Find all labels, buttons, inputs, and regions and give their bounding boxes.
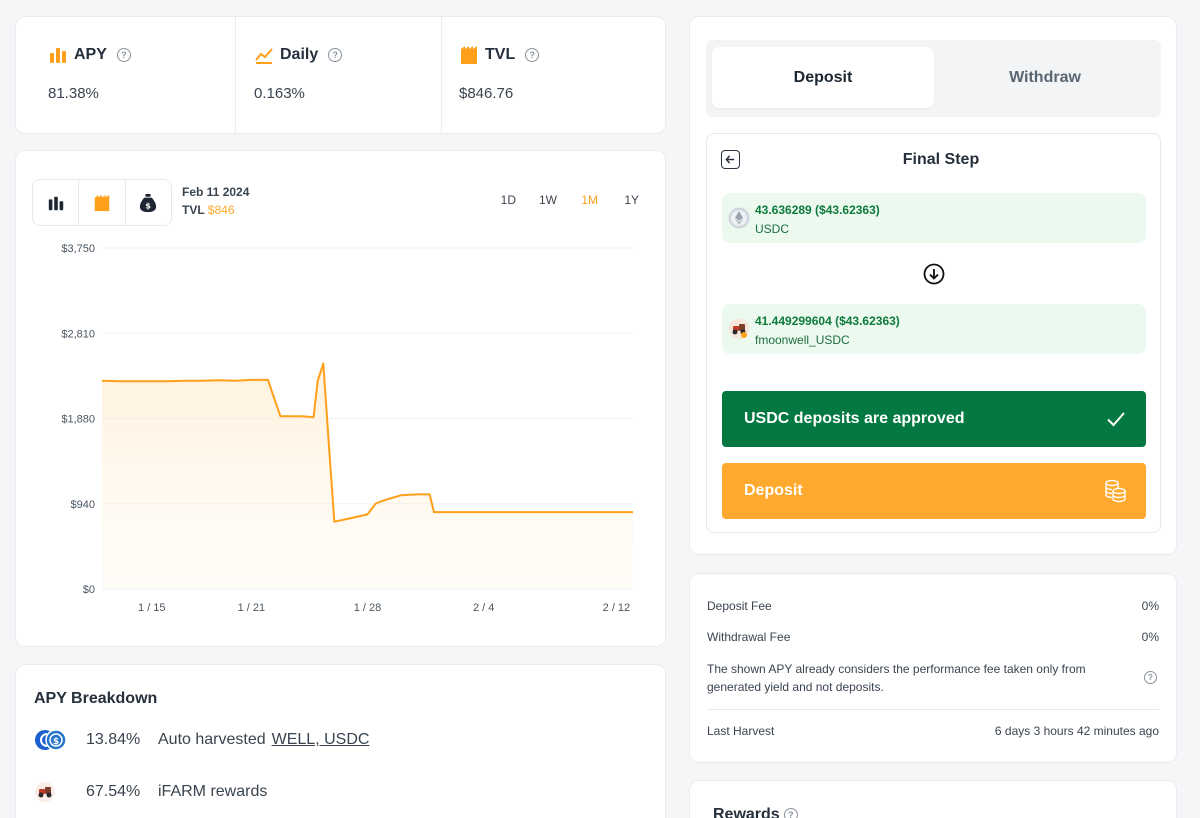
deposit-fee-row: Deposit Fee 0% [707,599,1159,613]
deposit-withdraw-tabs: Deposit Withdraw [706,40,1161,117]
fees-card: Deposit Fee 0% Withdrawal Fee 0% The sho… [689,573,1177,763]
usdc-token-icon [728,207,750,229]
deposit-panel: Deposit Withdraw Final Step 43.636289 ($… [689,16,1177,555]
tvl-icon [94,194,110,211]
deposit-fee-label: Deposit Fee [707,599,772,613]
chart-mode-tvl[interactable] [79,180,126,225]
x-tick-label: 2 / 4 [473,602,494,614]
apy-breakdown-card: APY Breakdown $ 13.84% Auto harvested WEL… [15,664,666,818]
stat-tvl: TVL ? $846.76 [442,17,665,133]
to-token-box: 41.449299604 ($43.62363) fmoonwell_USDC [722,304,1146,354]
to-amount: 41.449299604 ($43.62363) [755,314,900,328]
divider [707,709,1159,710]
breakdown-row-harvest: $ 13.84% Auto harvested WELL, USDC [34,727,369,753]
money-bag-icon: $ [140,193,157,212]
stat-apy-value: 81.38% [48,85,99,102]
stat-apy-label: APY [74,46,107,63]
rewards-title-row: Rewards ? [713,806,798,818]
chart-date: Feb 11 2024 [182,185,250,199]
arrow-down-circle-icon [923,263,945,285]
x-tick-label: 1 / 15 [138,602,166,614]
checkmark-icon [1107,412,1125,427]
range-1m[interactable]: 1M [557,193,598,207]
y-tick-label: $2,810 [61,328,95,340]
from-token-box: 43.636289 ($43.62363) USDC [722,193,1146,243]
x-tick-label: 1 / 21 [238,602,266,614]
tvl-area [102,363,633,589]
stat-daily-label: Daily [280,46,319,63]
range-1d[interactable]: 1D [475,193,516,207]
breakdown-desc-text: iFARM rewards [158,783,268,800]
approval-status: USDC deposits are approved [722,391,1146,447]
svg-text:$: $ [53,737,59,747]
final-step-box: Final Step 43.636289 ($43.62363) USDC 41… [706,133,1161,533]
range-1y[interactable]: 1Y [598,193,639,207]
bar-chart-icon [48,196,63,210]
rewards-card: Rewards ? [689,780,1177,818]
from-amount: 43.636289 ($43.62363) [755,203,880,217]
svg-text:$: $ [146,200,152,210]
stat-daily: Daily ? 0.163% [236,17,442,133]
x-tick-label: 2 / 12 [603,602,631,614]
withdrawal-fee-label: Withdrawal Fee [707,630,791,644]
chart-mode-apy[interactable] [33,180,80,225]
deposit-button[interactable]: Deposit [722,463,1146,519]
deposit-fee-value: 0% [1141,599,1159,613]
fmoonwell-usdc-token-icon [728,318,750,340]
withdrawal-fee-row: Withdrawal Fee 0% [707,630,1159,644]
tab-deposit[interactable]: Deposit [712,47,934,108]
chart-mode-selector: $ [32,179,172,226]
withdrawal-fee-value: 0% [1141,630,1159,644]
tvl-chart: $0 $940 $1,880 $2,810 $3,750 1 / 15 1 / 21 1 / … [61,243,633,614]
stat-tvl-value: $846.76 [459,85,514,102]
ifarm-token-icon [35,782,55,802]
chart-mode-balance[interactable]: $ [126,180,171,225]
help-icon[interactable]: ? [116,48,131,62]
trend-line-icon [255,48,273,64]
apy-breakdown-title: APY Breakdown [34,690,158,707]
help-icon[interactable]: ? [783,808,798,818]
breakdown-row-ifarm: 67.54% iFARM rewards [34,779,267,805]
range-selector: 1D 1W 1M 1Y [475,193,639,207]
y-tick-label: $1,880 [61,414,95,426]
performance-fee-note: The shown APY already considers the perf… [707,662,1086,694]
last-harvest-label: Last Harvest [707,724,775,738]
help-icon[interactable]: ? [1144,671,1157,684]
breakdown-desc: iFARM rewards [158,783,267,801]
approval-status-label: USDC deposits are approved [744,410,965,427]
help-icon[interactable]: ? [525,48,540,62]
y-tick-label: $940 [71,499,95,511]
y-tick-label: $3,750 [61,243,95,255]
chart-tvl-readout: TVL $846 [182,203,235,217]
breakdown-desc: Auto harvested WELL, USDC [158,731,369,749]
from-token-name: USDC [755,222,790,236]
last-harvest-value: 6 days 3 hours 42 minutes ago [994,724,1159,738]
breakdown-tokens-link[interactable]: WELL, USDC [272,731,370,748]
breakdown-pct: 67.54% [86,783,141,800]
deposit-button-label: Deposit [744,482,803,499]
stats-card: APY ? 81.38% Daily ? 0.163% TVL ? $846.7… [15,16,666,134]
rewards-title: Rewards [713,806,780,818]
y-tick-label: $0 [83,584,95,596]
help-icon[interactable]: ? [328,48,343,62]
chart-card: $ Feb 11 2024 TVL $846 1D 1W 1M 1Y $0 $94… [15,150,666,647]
tab-withdraw[interactable]: Withdraw [934,47,1156,108]
stat-tvl-label: TVL [485,46,516,63]
breakdown-pct: 13.84% [86,731,141,748]
well-usdc-token-icon: $ [35,729,67,751]
tvl-icon [461,46,477,64]
last-harvest-row: Last Harvest 6 days 3 hours 42 minutes a… [707,724,1159,738]
x-tick-label: 1 / 28 [354,602,382,614]
chart-tvl-value: $846 [207,203,235,217]
step-title: Final Step [902,151,980,168]
stat-daily-value: 0.163% [254,85,305,102]
stat-apy: APY ? 81.38% [16,17,236,133]
to-token-name: fmoonwell_USDC [755,333,850,347]
bar-chart-icon [50,48,66,63]
breakdown-desc-text: Auto harvested [158,731,266,748]
range-1w[interactable]: 1W [516,193,557,207]
coins-stack-icon [1105,479,1126,503]
chart-tvl-label: TVL [182,203,205,217]
